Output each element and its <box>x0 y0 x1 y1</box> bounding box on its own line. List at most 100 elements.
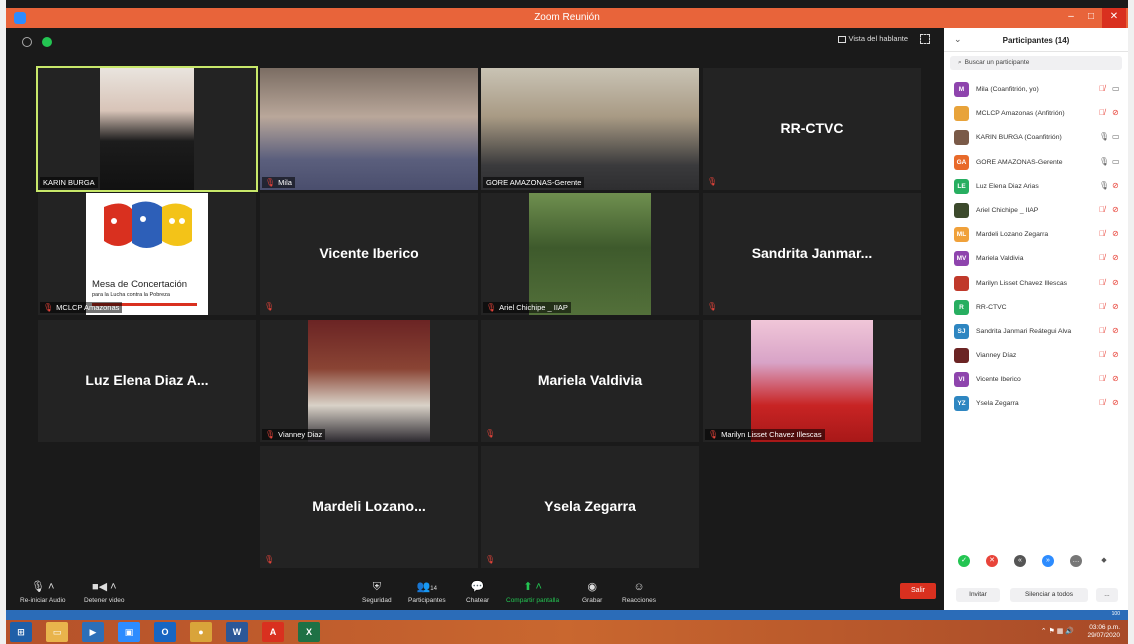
participant-row[interactable]: YZ Ysela Zegarra 🎙̸ ⊘ <box>944 392 1128 416</box>
name-tile[interactable]: Luz Elena Diaz A... <box>38 320 256 442</box>
microphone-icon[interactable]: 🎙 <box>1099 181 1109 190</box>
encryption-shield-icon[interactable] <box>42 37 53 47</box>
invite-button[interactable]: Invitar <box>956 588 1000 602</box>
video-tile[interactable]: 🎙 Ariel Chichipe _ IIAP <box>481 193 699 315</box>
status-line: 100 <box>6 610 1128 620</box>
participant-video-photo <box>751 320 873 442</box>
video-tile[interactable]: KARIN BURGA <box>36 66 258 192</box>
camera-off-icon[interactable]: ⊘ <box>1112 350 1119 359</box>
chrome-icon[interactable]: ● <box>190 622 212 642</box>
camera-off-icon[interactable]: ⊘ <box>1112 253 1119 262</box>
participant-row[interactable]: M Mila (Coanfitrión, yo) 🎙̸ ▭ <box>944 78 1128 102</box>
participant-row[interactable]: Ariel Chichipe _ IIAP 🎙̸ ⊘ <box>944 199 1128 223</box>
microphone-muted-icon[interactable]: 🎙̸ <box>1099 278 1105 287</box>
shield-icon: ⛨ <box>372 581 381 593</box>
camera-off-icon[interactable]: ⊘ <box>1112 302 1119 311</box>
no-reaction-icon[interactable]: ✕ <box>986 555 998 567</box>
logo-tile[interactable]: Mesa de Concertación para la Lucha contr… <box>38 193 256 315</box>
media-player-icon[interactable]: ▶ <box>82 622 104 642</box>
panel-reactions: ✓ ✕ « » … ◆ <box>956 555 1126 569</box>
participant-row[interactable]: VI Vicente Iberico 🎙̸ ⊘ <box>944 368 1128 392</box>
camera-off-icon[interactable]: ⊘ <box>1112 278 1119 287</box>
video-tile[interactable]: 🎙 Mila <box>260 68 478 190</box>
participant-name-label: 🎙 Vianney Diaz <box>262 429 326 440</box>
camera-off-icon[interactable]: ⊘ <box>1112 108 1119 117</box>
info-icon[interactable] <box>22 37 32 47</box>
participant-row[interactable]: SJ Sandrita Janmari Reátegui Alva 🎙̸ ⊘ <box>944 320 1128 344</box>
video-tile[interactable]: GORE AMAZONAS-Gerente <box>481 68 699 190</box>
speaker-view-button[interactable]: Vista del hablante <box>837 34 908 43</box>
participant-row[interactable]: MCLCP Amazonas (Anfitrión) 🎙̸ ⊘ <box>944 102 1128 126</box>
camera-off-icon[interactable]: ⊘ <box>1112 374 1119 383</box>
excel-icon[interactable]: X <box>298 622 320 642</box>
camera-off-icon[interactable]: ⊘ <box>1112 326 1119 335</box>
acrobat-icon[interactable]: A <box>262 622 284 642</box>
camera-off-icon[interactable]: ⊘ <box>1112 205 1119 214</box>
name-tile[interactable]: Sandrita Janmar... 🎙 <box>703 193 921 315</box>
video-tile[interactable]: 🎙 Vianney Diaz <box>260 320 478 442</box>
participant-row[interactable]: MV Mariela Valdivia 🎙̸ ⊘ <box>944 247 1128 271</box>
more-options-button[interactable]: ... <box>1096 588 1118 602</box>
fullscreen-icon[interactable] <box>920 34 930 44</box>
reactions-button[interactable]: ☺ Reacciones <box>622 580 656 604</box>
name-tile[interactable]: Ysela Zegarra 🎙 <box>481 446 699 568</box>
audio-button[interactable]: 🎙 ˄ Re-iniciar Audio <box>20 580 66 604</box>
close-button[interactable]: ✕ <box>1102 8 1126 28</box>
word-icon[interactable]: W <box>226 622 248 642</box>
maximize-button[interactable]: □ <box>1080 8 1102 28</box>
leave-button[interactable]: Salir <box>900 583 936 599</box>
camera-icon[interactable]: ▭ <box>1112 132 1120 141</box>
outlook-icon[interactable]: O <box>154 622 176 642</box>
camera-icon[interactable]: ▭ <box>1112 157 1120 166</box>
participant-row[interactable]: ML Mardeli Lozano Zegarra 🎙̸ ⊘ <box>944 223 1128 247</box>
yes-reaction-icon[interactable]: ✓ <box>958 555 970 567</box>
record-button[interactable]: ◉ Grabar <box>582 580 602 604</box>
camera-off-icon[interactable]: ⊘ <box>1112 181 1119 190</box>
participant-row[interactable]: LE Luz Elena Diaz Arias 🎙 ⊘ <box>944 175 1128 199</box>
participant-name-label: 🎙 Marilyn Lisset Chavez Illescas <box>705 429 825 440</box>
name-tile[interactable]: Vicente Iberico 🎙 <box>260 193 478 315</box>
start-menu-icon[interactable]: ⊞ <box>10 622 32 642</box>
microphone-muted-icon[interactable]: 🎙̸ <box>1099 302 1105 311</box>
minimize-button[interactable]: – <box>1060 8 1082 28</box>
participants-button[interactable]: 👥14 Participantes <box>408 580 446 604</box>
tray-clock[interactable]: 03:06 p.m. 29/07/2020 <box>1087 624 1120 640</box>
participant-row[interactable]: R RR-CTVC 🎙̸ ⊘ <box>944 296 1128 320</box>
microphone-muted-icon[interactable]: 🎙̸ <box>1099 84 1105 93</box>
microphone-muted-icon[interactable]: 🎙̸ <box>1099 205 1105 214</box>
video-tile[interactable]: 🎙 Marilyn Lisset Chavez Illescas <box>703 320 921 442</box>
camera-off-icon[interactable]: ⊘ <box>1112 398 1119 407</box>
participant-search-input[interactable]: ⌕ Buscar un participante <box>950 56 1122 70</box>
security-button[interactable]: ⛨ Seguridad <box>362 580 392 604</box>
camera-off-icon[interactable]: ⊘ <box>1112 229 1119 238</box>
participant-row[interactable]: Vianney Díaz 🎙̸ ⊘ <box>944 344 1128 368</box>
go-slower-icon[interactable]: « <box>1014 555 1026 567</box>
microphone-muted-icon[interactable]: 🎙̸ <box>1099 398 1105 407</box>
mute-all-button[interactable]: Silenciar a todos <box>1010 588 1088 602</box>
chat-button[interactable]: 💬 Chatear <box>466 580 489 604</box>
file-explorer-icon[interactable]: ▭ <box>46 622 68 642</box>
participant-row[interactable]: Marilyn Lisset Chavez Illescas 🎙̸ ⊘ <box>944 272 1128 296</box>
video-button[interactable]: ■◀ ˄ Detener video <box>84 580 124 604</box>
name-tile[interactable]: RR-CTVC 🎙 <box>703 68 921 190</box>
microphone-muted-icon[interactable]: 🎙̸ <box>1099 350 1105 359</box>
microphone-muted-icon[interactable]: 🎙̸ <box>1099 108 1105 117</box>
share-screen-button[interactable]: ⬆ ˄ Compartir pantalla <box>506 580 559 604</box>
clear-reactions-icon[interactable]: ◆ <box>1098 555 1110 567</box>
more-reactions-icon[interactable]: … <box>1070 555 1082 567</box>
participant-row[interactable]: KARIN BURGA (Coanfitrión) 🎙 ▭ <box>944 126 1128 150</box>
microphone-muted-icon[interactable]: 🎙̸ <box>1099 253 1105 262</box>
zoom-taskbar-icon[interactable]: ▣ <box>118 622 140 642</box>
microphone-muted-icon[interactable]: 🎙̸ <box>1099 229 1105 238</box>
microphone-muted-icon[interactable]: 🎙̸ <box>1099 374 1105 383</box>
name-tile[interactable]: Mardeli Lozano... 🎙 <box>260 446 478 568</box>
go-faster-icon[interactable]: » <box>1042 555 1054 567</box>
microphone-icon[interactable]: 🎙 <box>1099 157 1109 166</box>
microphone-icon[interactable]: 🎙 <box>1099 132 1109 141</box>
microphone-muted-icon[interactable]: 🎙̸ <box>1099 326 1105 335</box>
camera-icon[interactable]: ▭ <box>1112 84 1120 93</box>
system-tray-icons[interactable]: ⌃ ⚑ ▦ 🔊 <box>1041 627 1074 635</box>
name-tile[interactable]: Mariela Valdivia 🎙 <box>481 320 699 442</box>
participant-row[interactable]: GA GORE AMAZONAS-Gerente 🎙 ▭ <box>944 151 1128 175</box>
participant-name-label: GORE AMAZONAS-Gerente <box>483 177 585 188</box>
